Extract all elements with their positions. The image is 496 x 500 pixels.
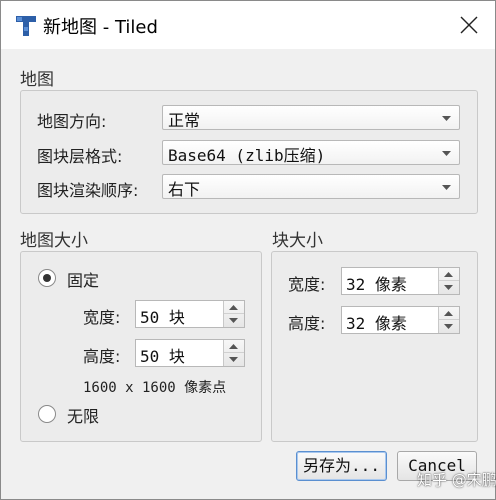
decrement-button[interactable] (439, 281, 459, 294)
decrement-button[interactable] (439, 320, 459, 333)
map-height-stepper (223, 340, 244, 366)
tile-size-section-title: 块大小 (272, 231, 323, 251)
chevron-down-icon (444, 285, 453, 290)
render-order-select[interactable]: 右下 (162, 174, 460, 199)
decrement-button[interactable] (224, 314, 244, 327)
tile-height-value: 32 像素 (346, 314, 407, 333)
map-width-label: 宽度: (83, 308, 121, 327)
tile-width-value: 32 像素 (346, 275, 407, 294)
tile-height-stepper (438, 307, 459, 333)
close-button[interactable] (449, 7, 489, 43)
orientation-select[interactable]: 正常 (162, 105, 460, 130)
infinite-radio[interactable] (38, 405, 56, 423)
chevron-down-icon (444, 324, 453, 329)
render-order-value: 右下 (168, 180, 201, 199)
map-width-value: 50 块 (140, 308, 185, 327)
tile-width-spinbox[interactable]: 32 像素 (341, 267, 460, 295)
tile-width-stepper (438, 268, 459, 294)
chevron-down-icon (442, 185, 451, 190)
map-height-value: 50 块 (140, 347, 185, 366)
map-width-stepper (223, 301, 244, 327)
map-size-section-title: 地图大小 (20, 231, 88, 251)
save-as-button[interactable]: 另存为... (296, 451, 387, 481)
fixed-label: 固定 (67, 271, 100, 290)
chevron-up-icon (444, 272, 453, 277)
chevron-up-icon (444, 311, 453, 316)
increment-button[interactable] (439, 307, 459, 320)
window-title: 新地图 - Tiled (43, 17, 158, 38)
chevron-up-icon (229, 305, 238, 310)
chevron-down-icon (442, 116, 451, 121)
fixed-radio[interactable] (38, 269, 56, 287)
new-map-dialog: 新地图 - Tiled 地图 地图方向: 正常 图块层格式: Base64 (z… (0, 0, 496, 500)
increment-button[interactable] (224, 340, 244, 353)
layer-format-value: Base64 (zlib压缩) (168, 146, 326, 165)
infinite-label: 无限 (67, 407, 100, 426)
decrement-button[interactable] (224, 353, 244, 366)
chevron-up-icon (229, 344, 238, 349)
tile-width-label: 宽度: (288, 275, 326, 294)
map-height-spinbox[interactable]: 50 块 (135, 339, 245, 367)
layer-format-label: 图块层格式: (37, 147, 123, 166)
map-height-label: 高度: (83, 347, 121, 366)
close-icon (460, 16, 478, 34)
title-bar: 新地图 - Tiled (1, 1, 495, 49)
pixel-size-info: 1600 x 1600 像素点 (83, 380, 227, 396)
tile-height-spinbox[interactable]: 32 像素 (341, 306, 460, 334)
orientation-value: 正常 (168, 111, 201, 130)
orientation-label: 地图方向: (37, 112, 107, 131)
radio-selected-dot (43, 274, 51, 282)
chevron-down-icon (229, 357, 238, 362)
tile-height-label: 高度: (288, 314, 326, 333)
tiled-app-icon (15, 15, 37, 37)
chevron-down-icon (229, 318, 238, 323)
chevron-down-icon (442, 151, 451, 156)
increment-button[interactable] (224, 301, 244, 314)
map-width-spinbox[interactable]: 50 块 (135, 300, 245, 328)
render-order-label: 图块渲染顺序: (37, 181, 139, 200)
map-section-title: 地图 (20, 70, 54, 90)
watermark: 知乎 @宋鹏 (417, 471, 496, 489)
layer-format-select[interactable]: Base64 (zlib压缩) (162, 140, 460, 165)
increment-button[interactable] (439, 268, 459, 281)
